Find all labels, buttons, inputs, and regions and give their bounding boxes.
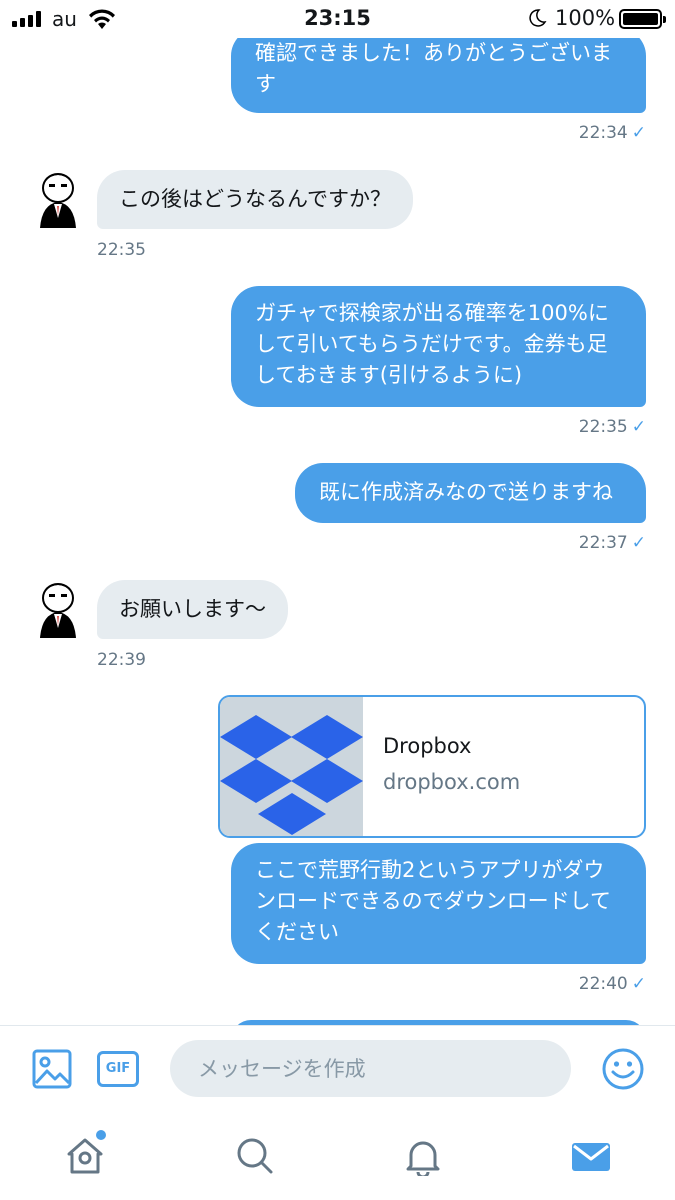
status-bar: au 23:15 100% xyxy=(0,0,675,38)
message-input[interactable] xyxy=(170,1040,571,1097)
emoji-icon[interactable] xyxy=(601,1047,645,1091)
message-bubble-outgoing[interactable]: 確認できました！ありがとうございま す xyxy=(231,28,646,113)
message-timestamp: 22:34 ✓ xyxy=(578,123,646,143)
message-timestamp: 22:39 xyxy=(97,650,146,670)
message-bubble-incoming[interactable]: お願いします〜 xyxy=(97,580,288,639)
message-bubble-outgoing[interactable]: ガチャで探検家が出る確率を100%に して引いてもらうだけです。金券も足 してお… xyxy=(231,286,646,407)
notification-dot xyxy=(96,1130,106,1140)
battery-icon xyxy=(619,9,666,29)
message-text-line: ンロードできるのでダウンロードして xyxy=(255,889,611,913)
read-check-icon: ✓ xyxy=(631,123,646,143)
link-card-domain: dropbox.com xyxy=(383,770,521,794)
search-icon[interactable] xyxy=(235,1136,275,1176)
message-timestamp: 22:37 ✓ xyxy=(578,533,646,553)
avatar[interactable] xyxy=(36,580,80,638)
image-icon[interactable] xyxy=(32,1049,72,1089)
message-text-line: しておきます(引けるように) xyxy=(255,363,523,387)
message-text: 既に作成済みなので送りますね xyxy=(319,480,613,504)
dm-conversation-screen: au 23:15 100% 確認できました！ありがとうございま す 22:34 ✓… xyxy=(0,0,675,1200)
read-check-icon: ✓ xyxy=(631,533,646,553)
message-bubble-outgoing[interactable]: ここで荒野行動2というアプリがダウ ンロードできるのでダウンロードして ください xyxy=(231,843,646,964)
battery-percentage: 100% xyxy=(555,6,616,30)
message-text-line: ここで荒野行動2というアプリがダウ xyxy=(255,858,605,882)
message-text-line: 確認できました！ありがとうございま xyxy=(255,41,612,65)
message-text-line: ガチャで探検家が出る確率を100%に xyxy=(255,301,609,325)
read-check-icon: ✓ xyxy=(631,417,646,437)
message-bubble-outgoing[interactable]: 既に作成済みなので送りますね xyxy=(295,463,646,523)
message-timestamp: 22:35 ✓ xyxy=(578,417,646,437)
gif-button[interactable]: GIF xyxy=(97,1051,139,1087)
home-icon[interactable] xyxy=(65,1136,105,1176)
dropbox-logo-thumbnail xyxy=(220,697,363,836)
link-preview-card[interactable]: Dropbox dropbox.com xyxy=(218,695,646,838)
message-text: お願いします〜 xyxy=(119,597,266,621)
message-text-line: して引いてもらうだけです。金券も足 xyxy=(255,332,608,356)
message-text-line: ください xyxy=(255,920,339,944)
link-card-title: Dropbox xyxy=(383,734,472,758)
message-text: この後はどうなるんですか？ xyxy=(119,187,391,211)
bell-icon[interactable] xyxy=(403,1136,443,1176)
avatar[interactable] xyxy=(36,170,80,228)
message-text-line: す xyxy=(255,72,276,96)
dropbox-logo-icon xyxy=(220,715,363,835)
message-timestamp: 22:35 xyxy=(97,240,146,260)
do-not-disturb-icon xyxy=(529,9,547,27)
message-bubble-incoming[interactable]: この後はどうなるんですか？ xyxy=(97,170,413,229)
mail-icon[interactable] xyxy=(570,1137,612,1177)
read-check-icon: ✓ xyxy=(631,974,646,994)
message-timestamp: 22:40 ✓ xyxy=(578,974,646,994)
